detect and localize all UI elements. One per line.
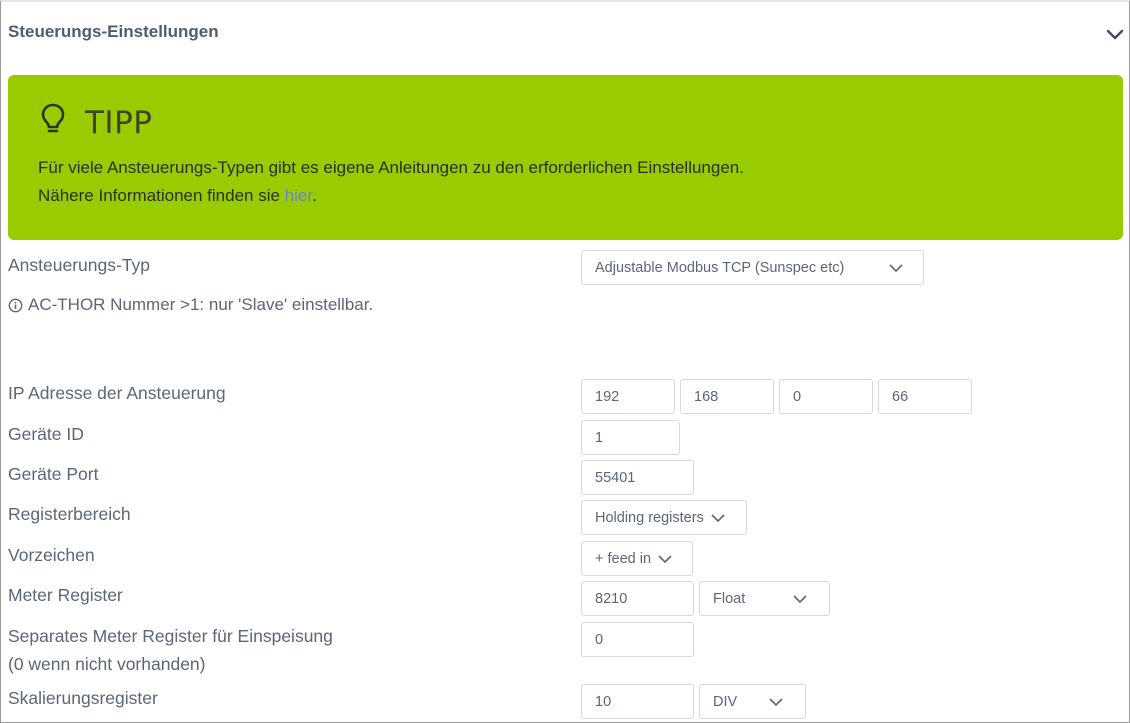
slave-note: AC-THOR Nummer >1: nur 'Slave' einstellb… xyxy=(8,295,373,315)
control-type-select[interactable]: Adjustable Modbus TCP (Sunspec etc) xyxy=(581,250,924,285)
chevron-down-icon xyxy=(889,264,903,273)
tip-text: Für viele Ansteuerungs-Typen gibt es eig… xyxy=(38,158,744,177)
info-icon xyxy=(8,298,23,312)
section-title[interactable]: Steuerungs-Einstellungen xyxy=(8,22,219,42)
device-id-input[interactable]: 1 xyxy=(581,420,680,455)
control-type-value: Adjustable Modbus TCP (Sunspec etc) xyxy=(595,259,845,276)
sign-select[interactable]: + feed in xyxy=(581,541,693,576)
register-range-value: Holding registers xyxy=(595,509,704,526)
ip-octet-2-input[interactable]: 168 xyxy=(680,379,774,414)
tip-more-info-text: Nähere Informationen finden sie xyxy=(38,186,285,205)
scaling-register-input[interactable]: 10 xyxy=(581,684,694,719)
chevron-down-icon xyxy=(658,555,672,564)
device-id-label: Geräte ID xyxy=(8,424,84,444)
tip-more-info: Nähere Informationen finden sie hier. xyxy=(38,186,317,206)
scaling-register-label: Skalierungsregister xyxy=(8,688,158,708)
control-type-label: Ansteuerungs-Typ xyxy=(8,255,151,275)
tip-title: TIPP xyxy=(85,105,153,141)
tip-period: . xyxy=(312,186,317,205)
meter-register-input[interactable]: 8210 xyxy=(581,581,694,616)
tip-box: TIPP Für viele Ansteuerungs-Typen gibt e… xyxy=(8,75,1123,240)
tip-here-link[interactable]: hier xyxy=(285,186,312,205)
meter-register-label: Meter Register xyxy=(8,585,123,605)
lightbulb-icon xyxy=(41,103,65,133)
chevron-down-icon xyxy=(793,595,807,604)
device-port-label: Geräte Port xyxy=(8,464,99,484)
slave-note-text: AC-THOR Nummer >1: nur 'Slave' einstellb… xyxy=(28,295,374,314)
scaling-op-value: DIV xyxy=(713,693,738,710)
ip-octet-1-input[interactable]: 192 xyxy=(581,379,675,414)
meter-type-value: Float xyxy=(713,590,746,607)
sign-label: Vorzeichen xyxy=(8,545,95,565)
chevron-down-icon xyxy=(769,698,783,707)
scaling-op-select[interactable]: DIV xyxy=(699,684,806,719)
ip-octet-4-input[interactable]: 66 xyxy=(878,379,972,414)
chevron-down-icon xyxy=(711,514,725,523)
device-port-input[interactable]: 55401 xyxy=(581,460,694,495)
ip-address-label: IP Adresse der Ansteuerung xyxy=(8,383,226,403)
register-range-select[interactable]: Holding registers xyxy=(581,500,747,535)
separate-meter-input[interactable]: 0 xyxy=(581,622,694,657)
meter-type-select[interactable]: Float xyxy=(699,581,830,616)
separate-meter-hint: (0 wenn nicht vorhanden) xyxy=(8,654,206,674)
register-range-label: Registerbereich xyxy=(8,504,131,524)
ip-octet-3-input[interactable]: 0 xyxy=(779,379,873,414)
separate-meter-label: Separates Meter Register für Einspeisung xyxy=(8,626,333,646)
collapse-chevron-icon[interactable] xyxy=(1105,24,1125,44)
sign-value: + feed in xyxy=(595,550,652,567)
